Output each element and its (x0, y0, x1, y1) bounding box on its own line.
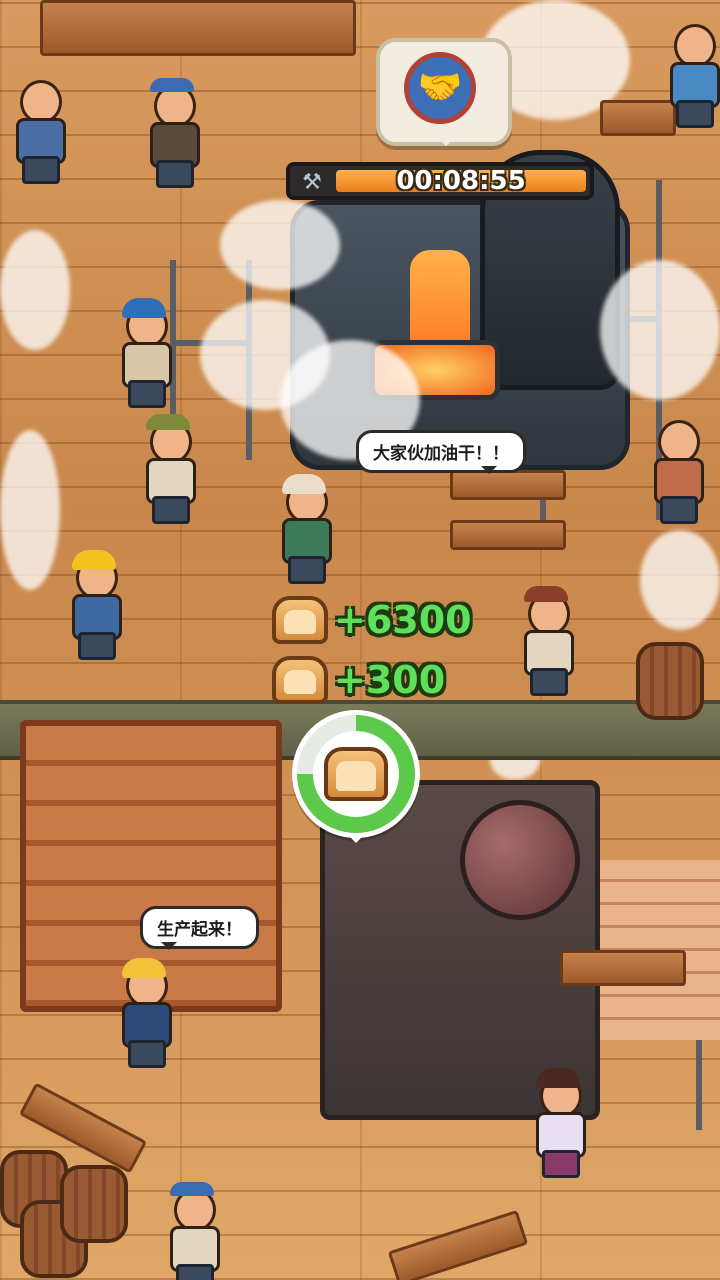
worker-bandana (150, 78, 194, 92)
steam-cloud (220, 200, 340, 290)
worker-saw-red-bandana[interactable] (518, 586, 574, 696)
worker-hat (282, 474, 326, 494)
wood-plank (450, 470, 566, 500)
worker-legs (22, 156, 60, 184)
top-frame (40, 0, 356, 56)
bread-icon (272, 596, 328, 644)
foreman[interactable] (276, 474, 336, 584)
workshop-tank (460, 800, 580, 920)
worker-helmet (72, 550, 116, 570)
hero-hair (536, 1068, 580, 1088)
worker-blue-cap[interactable] (116, 298, 172, 408)
speech-bubble-hero: 生产起来！ (140, 906, 259, 950)
reward-amount: +300 (334, 658, 446, 702)
handshake-icon: 🤝 (404, 52, 476, 124)
build-timer: ⚒ 00:08:55 (286, 162, 594, 200)
worker-legs (542, 1150, 580, 1178)
barrel (60, 1165, 128, 1243)
worker-bandana (170, 1182, 214, 1196)
steam-cloud (640, 530, 720, 630)
steam-cloud (600, 260, 720, 400)
production-progress[interactable] (292, 710, 420, 843)
deal-bubble[interactable]: 🤝 (376, 38, 512, 146)
worker-legs (78, 632, 116, 660)
worker-yellow-helmet[interactable] (66, 550, 122, 660)
worker-green-bandana[interactable] (140, 414, 196, 524)
timer-text: 00:08:55 (396, 166, 526, 196)
reward-popup: +300 (272, 656, 445, 704)
wood-plank (560, 950, 686, 986)
speech-bubble-worker: 大家伙加油干！！ (356, 430, 526, 474)
hero-goggles[interactable] (116, 958, 172, 1068)
production-inner (313, 731, 399, 817)
wood-plank (450, 520, 566, 550)
worker-smith[interactable] (144, 78, 200, 188)
worker-legs (530, 668, 568, 696)
reward-amount: +6300 (334, 598, 472, 642)
worker-bandana (146, 414, 190, 430)
worker-legs (660, 496, 698, 524)
worker-hammer[interactable] (10, 80, 66, 184)
hero-hair (122, 958, 166, 978)
worker-legs (156, 160, 194, 188)
bread-icon (272, 656, 328, 704)
worker-legs (676, 100, 714, 128)
worker-legs (176, 1264, 214, 1280)
worker-bandana (524, 586, 568, 602)
worker-legs (128, 1040, 166, 1068)
worker-legs (128, 380, 166, 408)
hammer-icon: ⚒ (302, 169, 322, 195)
worker-bottom-saw[interactable] (164, 1182, 220, 1280)
barrel (636, 642, 704, 720)
reward-popup: +6300 (272, 596, 472, 644)
worker-right-beard[interactable] (648, 420, 704, 524)
worker-sawyer-top[interactable] (664, 24, 720, 128)
bread-icon (324, 747, 388, 801)
worker-cap (122, 298, 166, 318)
worker-legs (152, 496, 190, 524)
steam-cloud (0, 430, 60, 590)
steam-cloud (0, 230, 70, 350)
worker-legs (288, 556, 326, 584)
swordswoman[interactable] (530, 1068, 586, 1178)
